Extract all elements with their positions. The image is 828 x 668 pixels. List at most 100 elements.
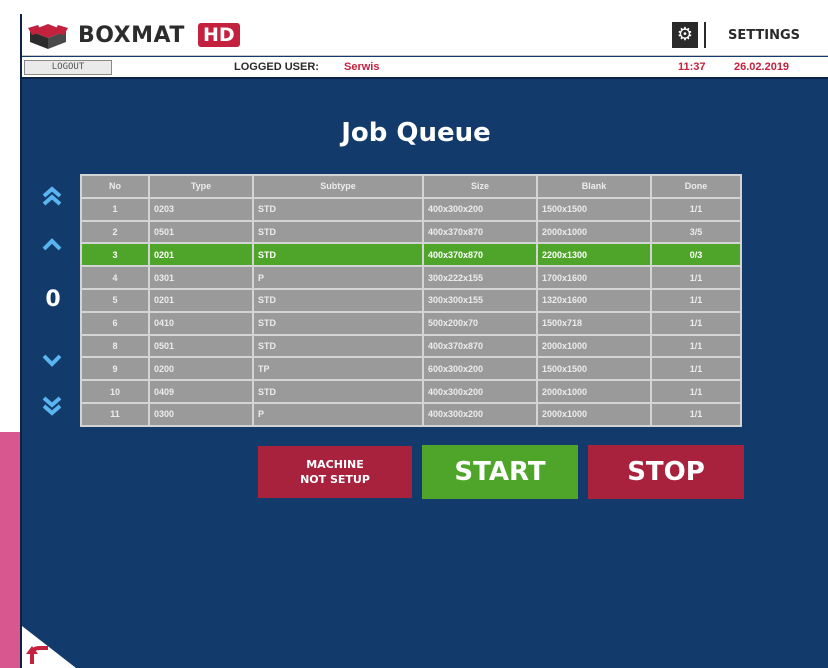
settings-button[interactable]: ⚙ SETTINGS — [672, 22, 828, 48]
start-button[interactable]: START — [422, 445, 578, 499]
cell-subtype: STD — [252, 287, 424, 313]
cell-blank: 2200x1300 — [536, 242, 652, 268]
cell-size: 400x300x200 — [422, 401, 538, 427]
clock-date: 26.02.2019 — [734, 61, 790, 73]
machine-not-setup-button[interactable]: MACHINE NOT SETUP — [258, 446, 412, 498]
scroll-up-button[interactable] — [38, 232, 66, 256]
cell-no: 10 — [80, 379, 150, 404]
table-header-row: No Type Subtype Size Blank Done — [80, 174, 742, 199]
cell-size: 400x370x870 — [422, 219, 538, 245]
column-header-size: Size — [422, 174, 538, 199]
cell-no: 11 — [80, 401, 150, 427]
column-header-no: No — [80, 174, 150, 199]
cell-done: 1/1 — [650, 379, 742, 404]
cell-size: 400x370x870 — [422, 242, 538, 268]
table-row[interactable]: 4 0301 P 300x222x155 1700x1600 1/1 — [80, 265, 742, 290]
brand-name: BOXMAT — [78, 23, 185, 48]
cell-size: 400x370x870 — [422, 333, 538, 359]
cell-type: 0501 — [148, 219, 254, 245]
cell-blank: 1320x1600 — [536, 287, 652, 313]
cell-type: 0409 — [148, 379, 254, 404]
cell-subtype: STD — [252, 310, 424, 336]
status-bar: LOGOUT LOGGED USER: Serwis 11:37 26.02.2… — [22, 57, 828, 79]
left-edge-strip — [0, 432, 20, 668]
chevron-down-icon — [42, 354, 62, 367]
clock-time: 11:37 — [678, 61, 706, 73]
cell-no: 9 — [80, 356, 150, 382]
cell-subtype: STD — [252, 196, 424, 222]
column-header-blank: Blank — [536, 174, 652, 199]
cell-blank: 2000x1000 — [536, 379, 652, 404]
cell-subtype: STD — [252, 219, 424, 245]
job-queue-table: No Type Subtype Size Blank Done 1 0203 STD… — [80, 174, 742, 427]
cell-done: 1/1 — [650, 356, 742, 382]
gear-icon: ⚙ — [672, 22, 698, 48]
cell-no: 6 — [80, 310, 150, 336]
table-row[interactable]: 10 0409 STD 400x300x200 2000x1000 1/1 — [80, 379, 742, 404]
cell-type: 0301 — [148, 265, 254, 290]
cell-blank: 1500x718 — [536, 310, 652, 336]
cell-blank: 1700x1600 — [536, 265, 652, 290]
queue-position-counter: 0 — [45, 287, 61, 312]
double-chevron-down-icon — [42, 396, 62, 416]
cell-no: 1 — [80, 196, 150, 222]
table-row[interactable]: 9 0200 TP 600x300x200 1500x1500 1/1 — [80, 356, 742, 382]
brand-badge: HD — [198, 23, 240, 47]
cell-done: 1/1 — [650, 196, 742, 222]
column-header-type: Type — [148, 174, 254, 199]
cell-done: 1/1 — [650, 401, 742, 427]
stop-button[interactable]: STOP — [588, 445, 744, 499]
cell-size: 400x300x200 — [422, 379, 538, 404]
cell-blank: 2000x1000 — [536, 333, 652, 359]
table-row[interactable]: 3 0201 STD 400x370x870 2200x1300 0/3 — [80, 242, 742, 268]
cell-blank: 1500x1500 — [536, 196, 652, 222]
cell-done: 1/1 — [650, 265, 742, 290]
settings-label: SETTINGS — [728, 27, 801, 43]
cell-done: 1/1 — [650, 333, 742, 359]
cell-no: 4 — [80, 265, 150, 290]
table-row[interactable]: 11 0300 P 400x300x200 2000x1000 1/1 — [80, 401, 742, 427]
table-row[interactable]: 1 0203 STD 400x300x200 1500x1500 1/1 — [80, 196, 742, 222]
cell-subtype: STD — [252, 379, 424, 404]
cell-size: 500x200x70 — [422, 310, 538, 336]
double-chevron-up-icon — [42, 186, 62, 206]
cell-no: 8 — [80, 333, 150, 359]
cell-no: 2 — [80, 219, 150, 245]
cell-type: 0201 — [148, 242, 254, 268]
scroll-bottom-button[interactable] — [38, 394, 66, 418]
setup-label-line1: MACHINE — [306, 458, 364, 471]
cell-no: 5 — [80, 287, 150, 313]
cell-blank: 2000x1000 — [536, 401, 652, 427]
cell-blank: 2000x1000 — [536, 219, 652, 245]
cell-subtype: STD — [252, 333, 424, 359]
cell-done: 3/5 — [650, 219, 742, 245]
logged-user-name: Serwis — [344, 61, 380, 73]
table-row[interactable]: 6 0410 STD 500x200x70 1500x718 1/1 — [80, 310, 742, 336]
logout-button[interactable]: LOGOUT — [24, 60, 112, 75]
cell-size: 600x300x200 — [422, 356, 538, 382]
cell-done: 1/1 — [650, 310, 742, 336]
cell-no: 3 — [80, 242, 150, 268]
scroll-down-button[interactable] — [38, 348, 66, 372]
table-row[interactable]: 5 0201 STD 300x300x155 1320x1600 1/1 — [80, 287, 742, 313]
cell-type: 0200 — [148, 356, 254, 382]
table-row[interactable]: 2 0501 STD 400x370x870 2000x1000 3/5 — [80, 219, 742, 245]
chevron-up-icon — [42, 238, 62, 251]
cell-subtype: P — [252, 265, 424, 290]
page-title: Job Queue — [341, 118, 491, 148]
cell-subtype: STD — [252, 242, 424, 268]
cell-size: 300x300x155 — [422, 287, 538, 313]
cell-size: 400x300x200 — [422, 196, 538, 222]
table-row[interactable]: 8 0501 STD 400x370x870 2000x1000 1/1 — [80, 333, 742, 359]
column-header-done: Done — [650, 174, 742, 199]
back-arrow-icon[interactable] — [22, 624, 78, 668]
cell-subtype: P — [252, 401, 424, 427]
logged-user-label: LOGGED USER: — [234, 61, 319, 73]
cell-blank: 1500x1500 — [536, 356, 652, 382]
scroll-top-button[interactable] — [38, 184, 66, 208]
cell-done: 0/3 — [650, 242, 742, 268]
boxmat-logo-icon — [28, 24, 68, 49]
cell-subtype: TP — [252, 356, 424, 382]
cell-done: 1/1 — [650, 287, 742, 313]
cell-size: 300x222x155 — [422, 265, 538, 290]
